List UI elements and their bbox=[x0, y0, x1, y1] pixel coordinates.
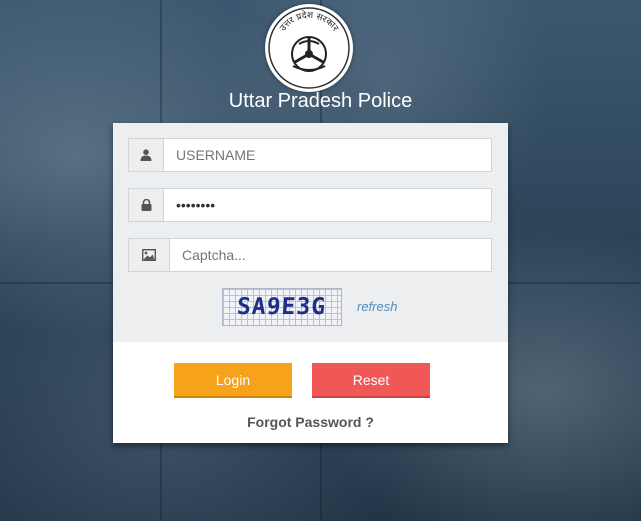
forgot-password-link[interactable]: Forgot Password ? bbox=[113, 414, 508, 430]
refresh-captcha-link[interactable]: refresh bbox=[357, 299, 397, 314]
password-input[interactable] bbox=[164, 189, 491, 221]
page-title: Uttar Pradesh Police bbox=[228, 90, 413, 112]
captcha-input[interactable] bbox=[170, 239, 491, 271]
svg-text:उत्तर प्रदेश सरकार: उत्तर प्रदेश सरकार bbox=[278, 9, 340, 34]
image-icon bbox=[129, 239, 170, 271]
captcha-field-group bbox=[128, 238, 492, 272]
user-icon bbox=[129, 139, 164, 171]
password-field-group bbox=[128, 188, 492, 222]
reset-button[interactable]: Reset bbox=[312, 363, 430, 398]
lock-icon bbox=[129, 189, 164, 221]
captcha-image: SA9E3G bbox=[222, 288, 342, 326]
up-police-emblem-logo: उत्तर प्रदेश सरकार bbox=[265, 4, 353, 92]
username-field-group bbox=[128, 138, 492, 172]
captcha-code: SA9E3G bbox=[236, 294, 328, 320]
login-panel: SA9E3G refresh Login Reset Forgot Passwo… bbox=[113, 123, 508, 443]
username-input[interactable] bbox=[164, 139, 491, 171]
login-button[interactable]: Login bbox=[174, 363, 292, 398]
